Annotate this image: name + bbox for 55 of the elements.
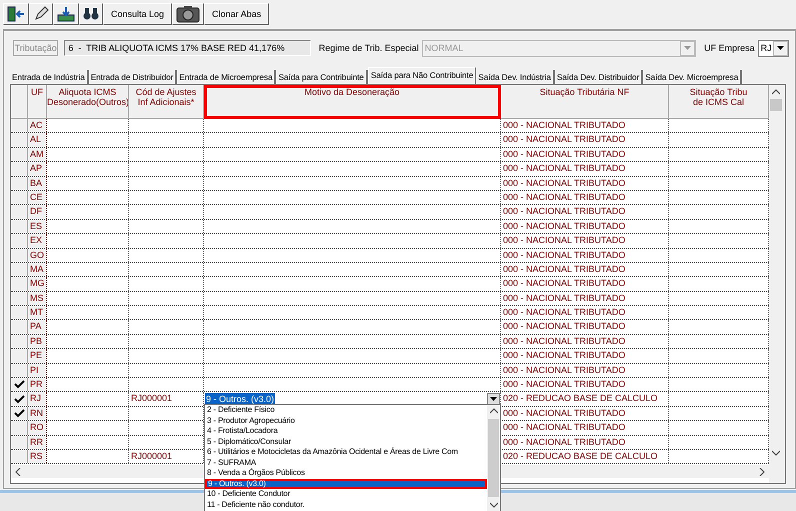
table-cell-text: 000 - NACIONAL TRIBUTADO bbox=[502, 250, 626, 260]
table-cell-text: 000 - NACIONAL TRIBUTADO bbox=[502, 408, 626, 418]
table-cell-text: 000 - NACIONAL TRIBUTADO bbox=[502, 178, 626, 188]
table-cell-text: 000 - NACIONAL TRIBUTADO bbox=[502, 206, 626, 216]
table-cell-text: 000 - NACIONAL TRIBUTADO bbox=[502, 307, 626, 318]
table-cell-text: 000 - NACIONAL TRIBUTADO bbox=[502, 422, 626, 432]
table-cell-text: 000 - NACIONAL TRIBUTADO bbox=[502, 120, 626, 130]
table-cell-text: 000 - NACIONAL TRIBUTADO bbox=[502, 134, 626, 144]
table-cell: BA bbox=[28, 176, 47, 190]
table-cell-text: 000 - NACIONAL TRIBUTADO bbox=[502, 436, 626, 447]
table-cell-text: 000 - NACIONAL TRIBUTADO bbox=[502, 192, 626, 202]
table-cell-text: 020 - REDUCAO BASE DE CALCULO bbox=[502, 450, 658, 461]
table-cell: RR bbox=[28, 436, 47, 449]
table-cell: PI bbox=[28, 364, 47, 378]
table-cell-text: 000 - NACIONAL TRIBUTADO bbox=[502, 235, 626, 246]
table-cell: CE bbox=[28, 190, 47, 204]
table-cell: AC bbox=[28, 119, 47, 132]
table-cell: PA bbox=[28, 320, 47, 334]
table-cell: RO bbox=[28, 421, 47, 435]
table-cell: ES bbox=[28, 220, 47, 234]
table-cell: MA bbox=[28, 262, 47, 276]
table-cell-text: 000 - NACIONAL TRIBUTADO bbox=[502, 350, 626, 360]
table-cell-text: 020 - REDUCAO BASE DE CALCULO bbox=[502, 393, 658, 404]
table-cell: MT bbox=[28, 306, 47, 320]
table-cell: GO bbox=[28, 248, 47, 262]
table-cell: AM bbox=[28, 148, 47, 162]
table-cell-text: 000 - NACIONAL TRIBUTADO bbox=[502, 148, 626, 159]
table-cell-text: RJ000001 bbox=[130, 450, 172, 461]
regime-label: Regime de Trib. Especial bbox=[318, 43, 419, 53]
table-cell: EX bbox=[28, 234, 47, 248]
table-cell-text: RJ000001 bbox=[130, 393, 172, 404]
table-cell: PB bbox=[28, 334, 47, 348]
table-cell: RN bbox=[28, 406, 47, 420]
table-cell: PE bbox=[28, 349, 47, 363]
table-cell: DF bbox=[28, 205, 47, 219]
uf-label: UF Empresa bbox=[704, 43, 755, 53]
column-header: Motivo da Desoneração bbox=[204, 85, 501, 119]
table-cell: AP bbox=[28, 162, 47, 176]
table-cell: RJ bbox=[28, 392, 47, 406]
table-cell-text: 000 - NACIONAL TRIBUTADO bbox=[502, 379, 626, 390]
column-header: Cód de Ajustes Inf Adicionais* bbox=[129, 85, 204, 119]
table-cell-text: 000 - NACIONAL TRIBUTADO bbox=[502, 163, 626, 174]
table-cell-text: 000 - NACIONAL TRIBUTADO bbox=[502, 220, 626, 231]
table-cell-text: 000 - NACIONAL TRIBUTADO bbox=[502, 292, 626, 303]
column-header: Situação Tributária NF bbox=[501, 85, 669, 119]
table-cell-text: 000 - NACIONAL TRIBUTADO bbox=[502, 364, 626, 375]
table-cell: AL bbox=[28, 133, 47, 147]
table-cell: MS bbox=[28, 292, 47, 306]
table-cell: RS bbox=[28, 450, 47, 464]
table-cell: MG bbox=[28, 277, 47, 291]
table-cell-text: 000 - NACIONAL TRIBUTADO bbox=[502, 278, 626, 288]
table-cell-text: 000 - NACIONAL TRIBUTADO bbox=[502, 264, 626, 274]
table-cell-text: 000 - NACIONAL TRIBUTADO bbox=[502, 321, 626, 332]
table-cell: PR bbox=[28, 378, 47, 392]
table-cell-text: 000 - NACIONAL TRIBUTADO bbox=[502, 336, 626, 346]
